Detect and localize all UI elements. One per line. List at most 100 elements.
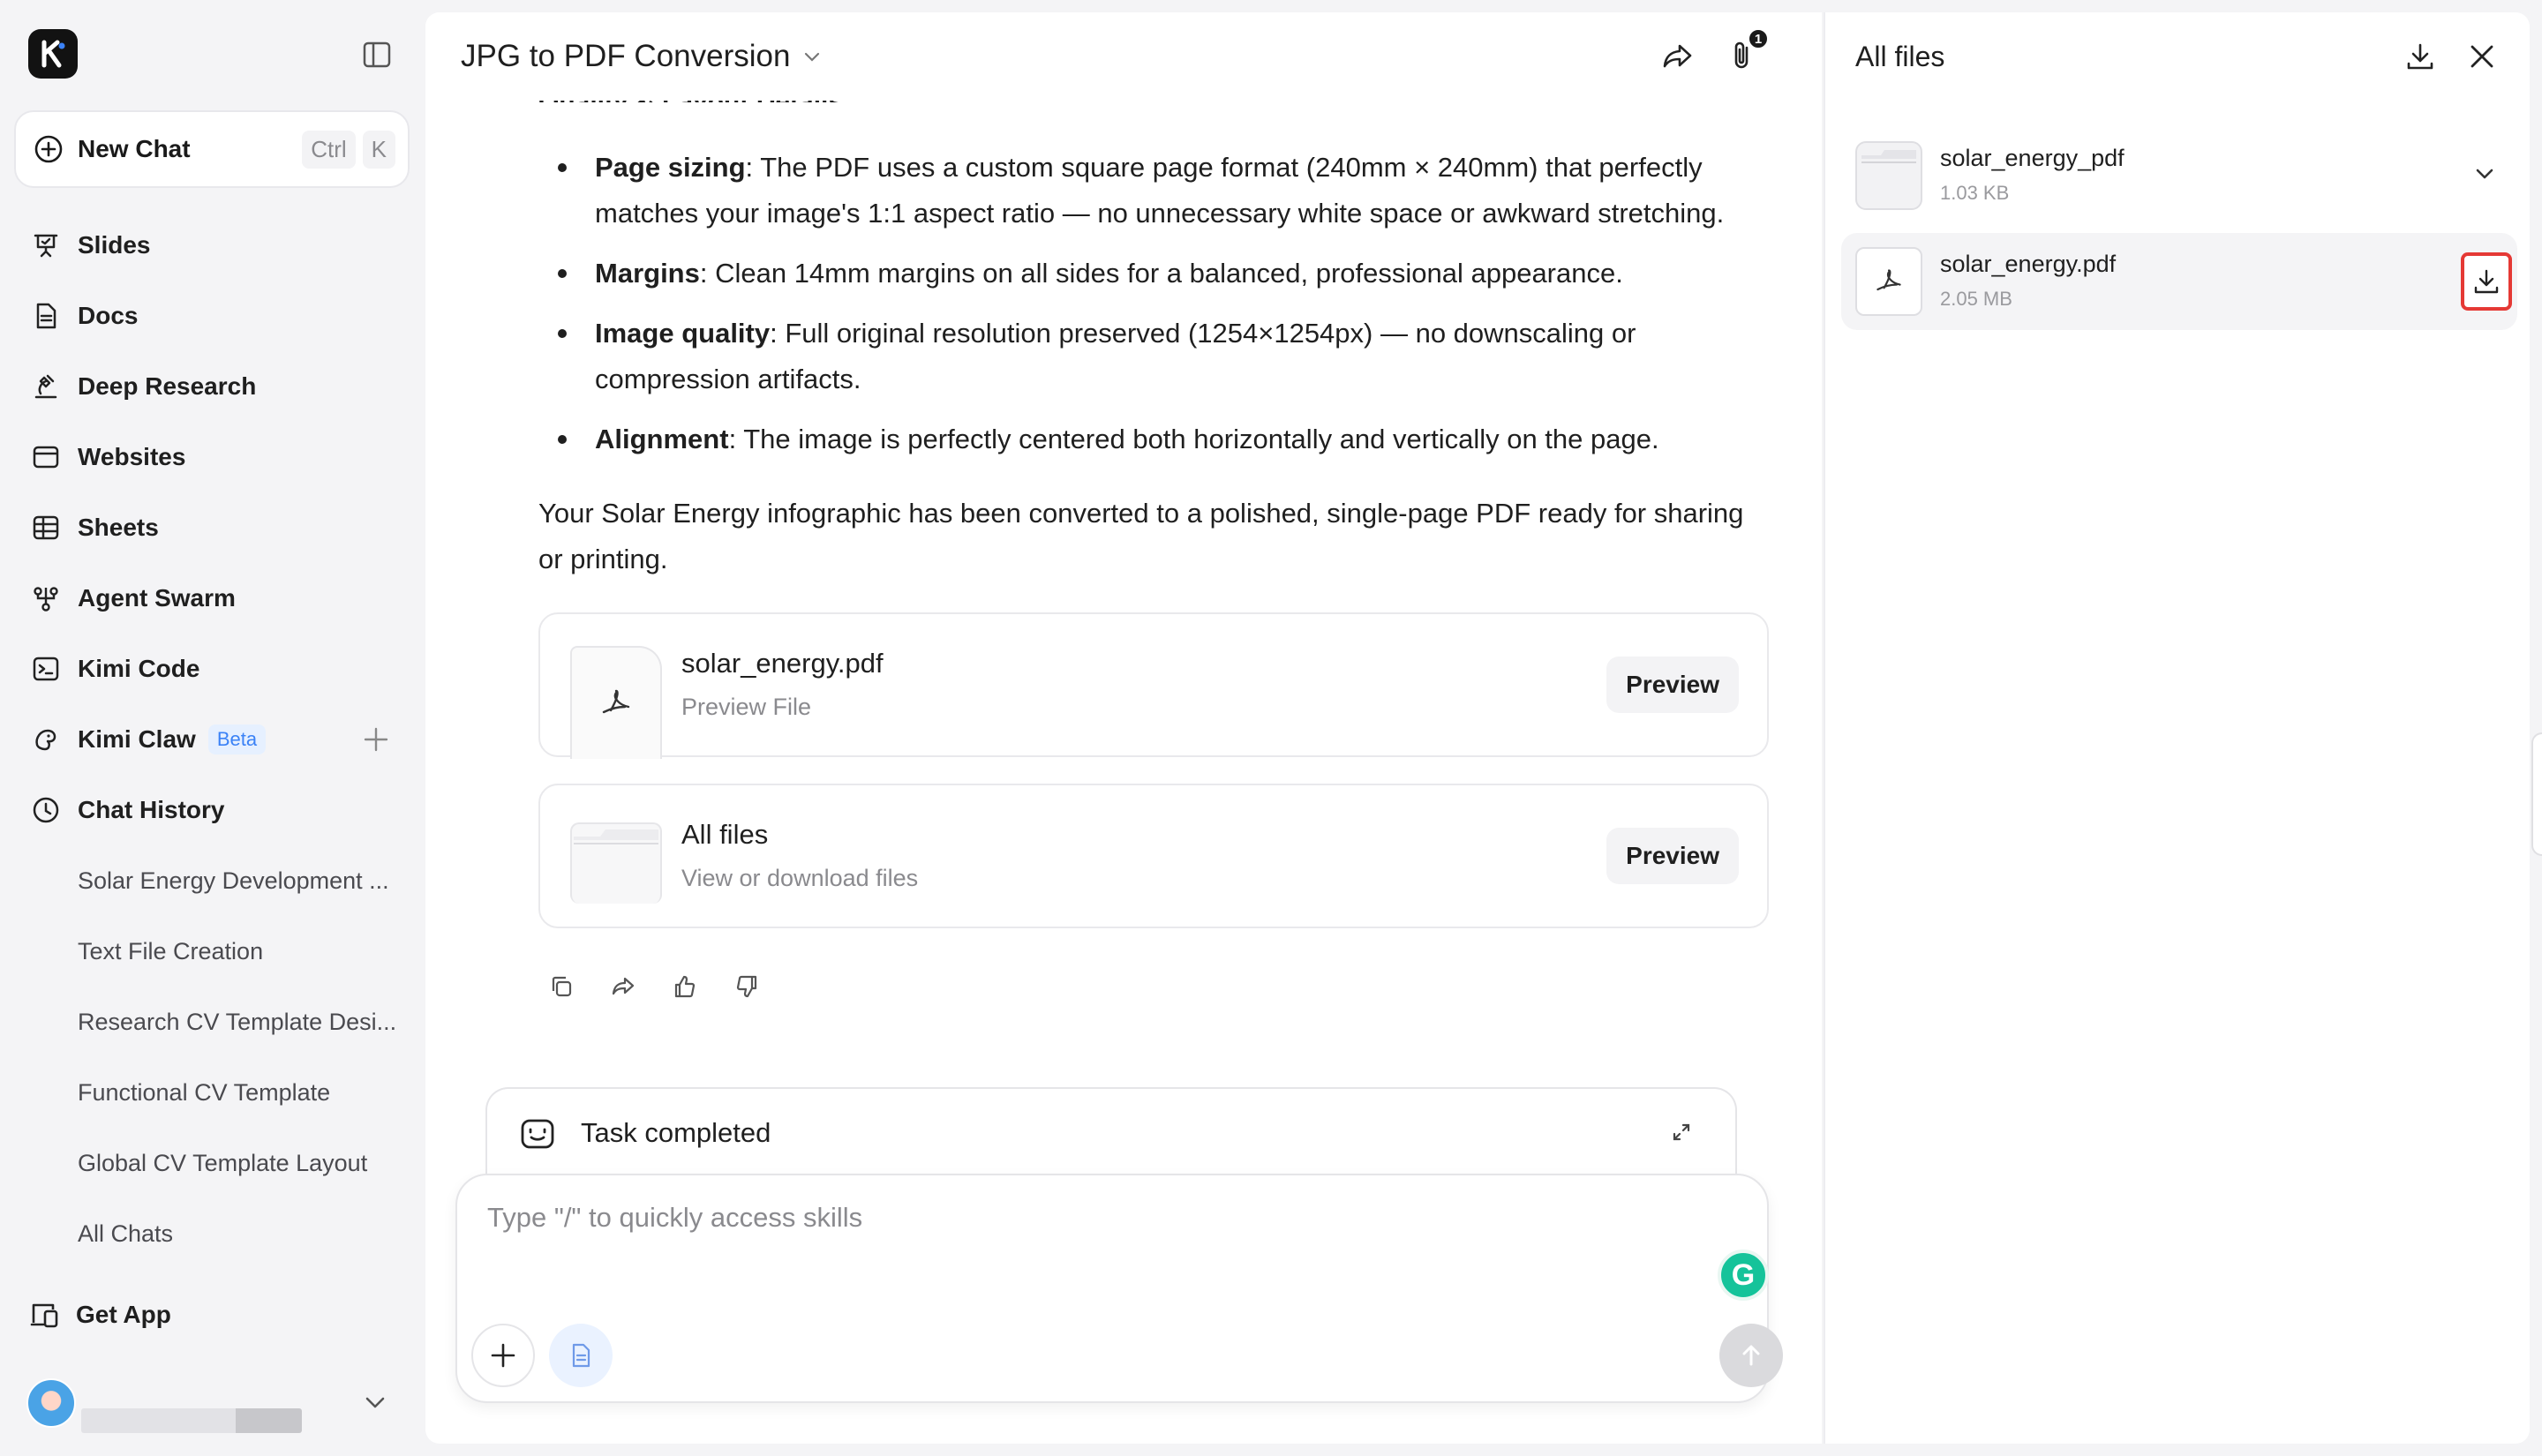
summary-paragraph: Your Solar Energy infographic has been c… xyxy=(538,498,1744,574)
beta-badge: Beta xyxy=(207,724,267,754)
chat-input-placeholder[interactable]: Type "/" to quickly access skills xyxy=(487,1202,862,1234)
sidebar-item-deep-research[interactable]: Deep Research xyxy=(0,351,422,422)
file-row-pdf[interactable]: solar_energy.pdf 2.05 MB xyxy=(1841,233,2517,330)
all-files-card[interactable]: All files View or download files Preview xyxy=(538,784,1769,928)
sidebar-item-sheets[interactable]: Sheets xyxy=(0,492,422,563)
attachment-count-badge: 1 xyxy=(1748,28,1769,49)
pdf-file-card[interactable]: solar_energy.pdf Preview File Preview xyxy=(538,612,1769,759)
user-profile[interactable] xyxy=(26,1378,397,1433)
plus-circle-icon xyxy=(34,134,64,164)
sidebar-nav: Slides Docs Deep Research Websites Sheet… xyxy=(0,210,422,845)
task-status-bar[interactable]: Task completed xyxy=(485,1087,1737,1184)
history-item[interactable]: Solar Energy Development ... xyxy=(0,845,422,916)
pdf-file-icon xyxy=(1855,247,1922,316)
file-name: solar_energy.pdf xyxy=(681,648,884,679)
bullet-text: : The PDF uses a custom square page form… xyxy=(595,152,1725,229)
sidebar-item-slides[interactable]: Slides xyxy=(0,210,422,281)
download-icon xyxy=(2474,269,2499,294)
slides-icon xyxy=(30,229,62,261)
chat-input-box[interactable]: Type "/" to quickly access skills G xyxy=(455,1174,1783,1403)
sidebar-item-label: Sheets xyxy=(78,514,159,541)
avatar xyxy=(26,1378,76,1428)
sidebar-toggle-icon[interactable] xyxy=(362,41,392,69)
file-subtitle: Preview File xyxy=(681,694,812,720)
file-name: solar_energy_pdf xyxy=(1940,145,2125,171)
new-chat-label: New Chat xyxy=(78,135,191,162)
chat-history-list: Solar Energy Development ... Text File C… xyxy=(0,845,422,1269)
bullet-term: Margins xyxy=(595,258,700,289)
get-app-button[interactable]: Get App xyxy=(0,1280,422,1350)
shortcut-key-ctrl: Ctrl xyxy=(302,130,356,169)
file-name: All files xyxy=(681,819,769,850)
docs-icon xyxy=(30,300,62,332)
send-button[interactable] xyxy=(1719,1324,1783,1387)
claw-icon xyxy=(30,724,62,755)
conversation-title[interactable]: JPG to PDF Conversion xyxy=(461,39,822,74)
share-icon[interactable] xyxy=(611,974,636,999)
sidebar-item-label: Websites xyxy=(78,443,186,470)
download-all-icon[interactable] xyxy=(2404,41,2436,72)
list-item: Image quality: Full original resolution … xyxy=(538,311,1774,402)
close-icon[interactable] xyxy=(2466,41,2498,72)
sidebar-item-websites[interactable]: Websites xyxy=(0,422,422,492)
sidebar-item-docs[interactable]: Docs xyxy=(0,281,422,351)
panel-resize-handle[interactable] xyxy=(2531,732,2542,856)
grammarly-icon[interactable]: G xyxy=(1718,1250,1769,1301)
sheets-icon xyxy=(30,512,62,544)
document-skill-icon[interactable] xyxy=(549,1324,613,1387)
kimi-logo-icon[interactable] xyxy=(28,29,78,79)
pdf-file-icon xyxy=(570,646,662,759)
folder-icon xyxy=(570,822,662,904)
conversation-title-text: JPG to PDF Conversion xyxy=(461,39,791,73)
panel-title: All files xyxy=(1855,41,1945,72)
device-icon xyxy=(30,1300,60,1330)
chevron-down-icon xyxy=(802,47,822,66)
file-name: solar_energy.pdf xyxy=(1940,251,2117,277)
new-chat-shortcut: Ctrl K xyxy=(302,130,395,169)
preview-button[interactable]: Preview xyxy=(1606,828,1739,884)
clock-icon xyxy=(30,794,62,826)
preview-button[interactable]: Preview xyxy=(1606,657,1739,713)
sidebar-item-kimi-code[interactable]: Kimi Code xyxy=(0,634,422,704)
websites-icon xyxy=(30,441,62,473)
history-item[interactable]: Research CV Template Desi... xyxy=(0,987,422,1057)
message-actions xyxy=(549,974,759,999)
sidebar-item-agent-swarm[interactable]: Agent Swarm xyxy=(0,563,422,634)
chevron-down-icon[interactable] xyxy=(362,1389,388,1415)
file-row-folder[interactable]: solar_energy_pdf 1.03 KB xyxy=(1841,127,2517,224)
robot-face-icon xyxy=(519,1115,556,1152)
history-item[interactable]: Functional CV Template xyxy=(0,1057,422,1128)
task-status-text: Task completed xyxy=(581,1117,771,1148)
chat-main-panel: JPG to PDF Conversion 1 Quality & Layout… xyxy=(425,12,1822,1444)
add-attachment-button[interactable] xyxy=(471,1324,535,1387)
bullet-term: Alignment xyxy=(595,424,729,454)
sidebar-item-kimi-claw[interactable]: Kimi Claw Beta xyxy=(0,704,422,775)
history-item[interactable]: Global CV Template Layout xyxy=(0,1128,422,1198)
add-claw-plus-icon[interactable] xyxy=(360,724,392,755)
all-files-panel: All files solar_energy_pdf 1.03 KB solar… xyxy=(1824,12,2530,1444)
chat-header: JPG to PDF Conversion 1 xyxy=(425,12,1822,101)
sidebar-item-label: Slides xyxy=(78,231,151,259)
thumbs-up-icon[interactable] xyxy=(673,974,697,999)
new-chat-button[interactable]: New Chat Ctrl K xyxy=(14,110,410,188)
thumbs-down-icon[interactable] xyxy=(734,974,759,999)
download-file-button[interactable] xyxy=(2461,252,2512,311)
bullet-term: Page sizing xyxy=(595,152,746,183)
bullet-text: : Clean 14mm margins on all sides for a … xyxy=(699,258,1623,289)
share-icon[interactable] xyxy=(1661,39,1695,72)
sidebar-item-chat-history[interactable]: Chat History xyxy=(0,775,422,845)
list-item: Margins: Clean 14mm margins on all sides… xyxy=(538,251,1774,296)
sidebar: New Chat Ctrl K Slides Docs Deep Researc… xyxy=(0,0,422,1456)
agent-swarm-icon xyxy=(30,582,62,614)
chevron-down-icon[interactable] xyxy=(2471,161,2498,187)
all-chats-link[interactable]: All Chats xyxy=(0,1198,422,1269)
terminal-icon xyxy=(30,653,62,685)
expand-icon[interactable] xyxy=(1670,1121,1693,1144)
list-item: Page sizing: The PDF uses a custom squar… xyxy=(538,145,1774,236)
sidebar-item-label: Kimi Code xyxy=(78,655,200,682)
copy-icon[interactable] xyxy=(549,974,574,999)
sidebar-item-label: Deep Research xyxy=(78,372,257,400)
sidebar-item-label: Chat History xyxy=(78,796,225,823)
history-item[interactable]: Text File Creation xyxy=(0,916,422,987)
bullet-term: Image quality xyxy=(595,318,771,349)
